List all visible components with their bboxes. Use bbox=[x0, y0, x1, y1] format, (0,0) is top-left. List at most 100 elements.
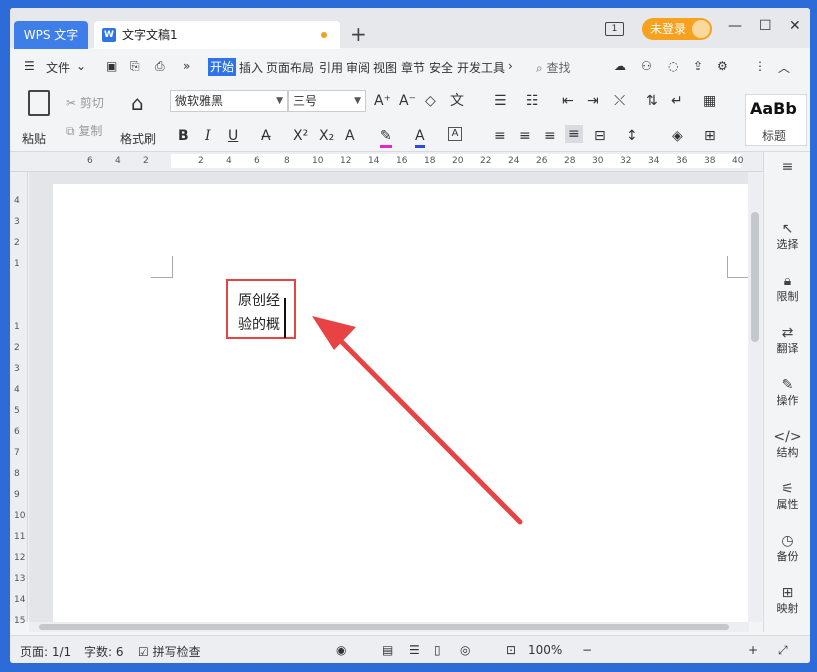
document-page[interactable] bbox=[53, 184, 749, 622]
zoom-in-icon[interactable]: + bbox=[748, 643, 758, 657]
font-color-icon[interactable]: A bbox=[415, 127, 425, 148]
new-tab-button[interactable]: + bbox=[350, 22, 367, 46]
chevron-right-icon[interactable]: › bbox=[508, 59, 513, 73]
phonetic-icon[interactable]: 文 bbox=[450, 92, 464, 110]
ruler-icon[interactable]: ▦ bbox=[703, 92, 716, 110]
save-icon[interactable]: ▣ bbox=[106, 59, 117, 73]
paste-button[interactable]: 粘贴 bbox=[22, 130, 46, 147]
shrink-font-icon[interactable]: A⁻ bbox=[399, 92, 416, 110]
app-tab-wps[interactable]: WPS 文字 bbox=[14, 21, 88, 49]
side-item-structure[interactable]: </> 结构 bbox=[764, 428, 810, 478]
numbered-list-icon[interactable]: ☷ bbox=[526, 92, 539, 110]
zoom-select[interactable]: 100% bbox=[528, 643, 562, 657]
highlight-icon[interactable]: ✎ bbox=[380, 127, 392, 148]
underline-button[interactable]: U bbox=[228, 127, 238, 145]
zoom-out-icon[interactable]: − bbox=[582, 643, 592, 657]
superscript-icon[interactable]: X² bbox=[293, 127, 308, 145]
cloud-icon[interactable]: ☁ bbox=[614, 59, 626, 73]
tab-developer[interactable]: 开发工具 bbox=[457, 59, 505, 76]
chinese-layout-icon[interactable]: ⤬ bbox=[614, 92, 625, 110]
more-vertical-icon[interactable]: ⋮ bbox=[754, 59, 766, 73]
share-icon[interactable]: ⇪ bbox=[693, 59, 703, 73]
vertical-scroll-thumb[interactable] bbox=[751, 212, 759, 342]
outdent-icon[interactable]: ⇤ bbox=[562, 92, 574, 110]
tab-start[interactable]: 开始 bbox=[208, 58, 237, 76]
align-right-icon[interactable]: ≡ bbox=[544, 127, 556, 145]
distribute-icon[interactable]: ⊟ bbox=[594, 127, 606, 145]
subscript-icon[interactable]: X₂ bbox=[319, 127, 334, 145]
maximize-icon[interactable]: ☐ bbox=[759, 18, 772, 34]
italic-button[interactable]: I bbox=[205, 127, 211, 145]
tab-security[interactable]: 安全 bbox=[429, 59, 453, 76]
outline-view-icon[interactable]: ☰ bbox=[409, 643, 420, 657]
highlighted-text-box[interactable]: 原创经 验的概 bbox=[226, 279, 296, 339]
style-gallery[interactable]: AaBb 标题 bbox=[745, 94, 807, 146]
side-item-operate[interactable]: ✎ 操作 bbox=[764, 376, 810, 426]
window-count-icon[interactable]: 1 bbox=[605, 22, 624, 36]
reading-view-icon[interactable]: ▯ bbox=[434, 643, 441, 657]
side-item-translate[interactable]: ⇄ 翻译 bbox=[764, 324, 810, 374]
more-commands-icon[interactable]: » bbox=[183, 59, 190, 73]
side-item-select[interactable]: ↖ 选择 bbox=[764, 220, 810, 270]
horizontal-scrollbar[interactable] bbox=[29, 622, 749, 632]
tab-document[interactable]: W 文字文稿1 bbox=[94, 21, 340, 49]
format-painter-button[interactable]: 格式刷 bbox=[120, 130, 156, 147]
chevron-down-icon[interactable]: ⌄ bbox=[76, 59, 86, 73]
tab-layout[interactable]: 页面布局 bbox=[266, 59, 314, 76]
horizontal-scroll-thumb[interactable] bbox=[39, 624, 729, 630]
strikethrough-icon[interactable]: A̶ bbox=[261, 127, 271, 145]
tab-chapter[interactable]: 章节 bbox=[401, 59, 425, 76]
shading-icon[interactable]: ◈ bbox=[672, 127, 683, 145]
tab-reference[interactable]: 引用 bbox=[319, 59, 343, 76]
tab-insert[interactable]: 插入 bbox=[239, 59, 263, 76]
border-icon[interactable]: ⊞ bbox=[704, 127, 716, 145]
collapse-ribbon-icon[interactable]: ︿ bbox=[778, 59, 790, 76]
login-button[interactable]: 未登录 bbox=[642, 18, 712, 40]
indent-icon[interactable]: ⇥ bbox=[587, 92, 599, 110]
line-spacing-icon[interactable]: ↕ bbox=[626, 127, 638, 145]
tab-review[interactable]: 审阅 bbox=[346, 59, 370, 76]
paste-icon[interactable] bbox=[28, 90, 50, 116]
show-marks-icon[interactable]: ↵ bbox=[671, 92, 683, 110]
clear-format-icon[interactable]: ◇ bbox=[425, 92, 436, 110]
bullet-list-icon[interactable]: ☰ bbox=[494, 92, 507, 110]
copy-button[interactable]: ⧉ 复制 bbox=[66, 122, 102, 139]
hamburger-icon[interactable]: ☰ bbox=[24, 59, 35, 73]
font-name-select[interactable]: 微软雅黑 ▼ bbox=[170, 90, 288, 112]
page-view-icon[interactable]: ▤ bbox=[382, 643, 393, 657]
word-counter[interactable]: 字数: 6 bbox=[84, 643, 124, 660]
sort-icon[interactable]: ⇅ bbox=[646, 92, 658, 110]
comment-icon[interactable]: ◌ bbox=[668, 59, 678, 73]
align-center-icon[interactable]: ≡ bbox=[519, 127, 531, 145]
side-item-backup[interactable]: ◷ 备份 bbox=[764, 532, 810, 582]
fit-page-icon[interactable]: ⊡ bbox=[506, 643, 516, 657]
tab-view[interactable]: 视图 bbox=[373, 59, 397, 76]
menu-file[interactable]: 文件 bbox=[46, 59, 70, 76]
side-item-properties[interactable]: ⚟ 属性 bbox=[764, 480, 810, 530]
collaborate-icon[interactable]: ⚇ bbox=[641, 59, 652, 73]
side-panel-menu-icon[interactable]: ≡ bbox=[764, 158, 810, 178]
align-left-icon[interactable]: ≡ bbox=[494, 127, 506, 145]
close-icon[interactable]: ✕ bbox=[789, 18, 801, 34]
fullscreen-icon[interactable]: ⤢ bbox=[778, 643, 788, 658]
vertical-scrollbar[interactable] bbox=[748, 172, 762, 622]
text-effect-icon[interactable]: A bbox=[345, 127, 355, 145]
side-item-restrict[interactable]: 🔒︎ 限制 bbox=[764, 272, 810, 322]
minimize-icon[interactable]: — bbox=[728, 18, 742, 34]
justify-icon[interactable]: ≡ bbox=[565, 125, 583, 143]
spellcheck-button[interactable]: ☑ 拼写检查 bbox=[138, 643, 201, 660]
bold-button[interactable]: B bbox=[178, 127, 189, 145]
eye-protect-icon[interactable]: ◉ bbox=[336, 643, 346, 657]
side-item-map[interactable]: ⊞ 映射 bbox=[764, 584, 810, 634]
format-painter-icon[interactable]: ⌂ bbox=[131, 93, 144, 113]
search-button[interactable]: ⌕ 查找 bbox=[536, 59, 571, 76]
page-counter[interactable]: 页面: 1/1 bbox=[20, 643, 71, 660]
grow-font-icon[interactable]: A⁺ bbox=[374, 92, 391, 110]
font-size-select[interactable]: 三号 ▼ bbox=[288, 90, 366, 112]
print-icon[interactable]: ⎙ bbox=[155, 59, 165, 74]
export-icon[interactable]: ⎘ bbox=[130, 59, 140, 74]
settings-icon[interactable]: ⚙ bbox=[717, 59, 728, 73]
cut-button[interactable]: ✂ 剪切 bbox=[66, 94, 104, 111]
char-border-icon[interactable]: A bbox=[448, 127, 462, 141]
web-view-icon[interactable]: ◎ bbox=[460, 643, 470, 657]
